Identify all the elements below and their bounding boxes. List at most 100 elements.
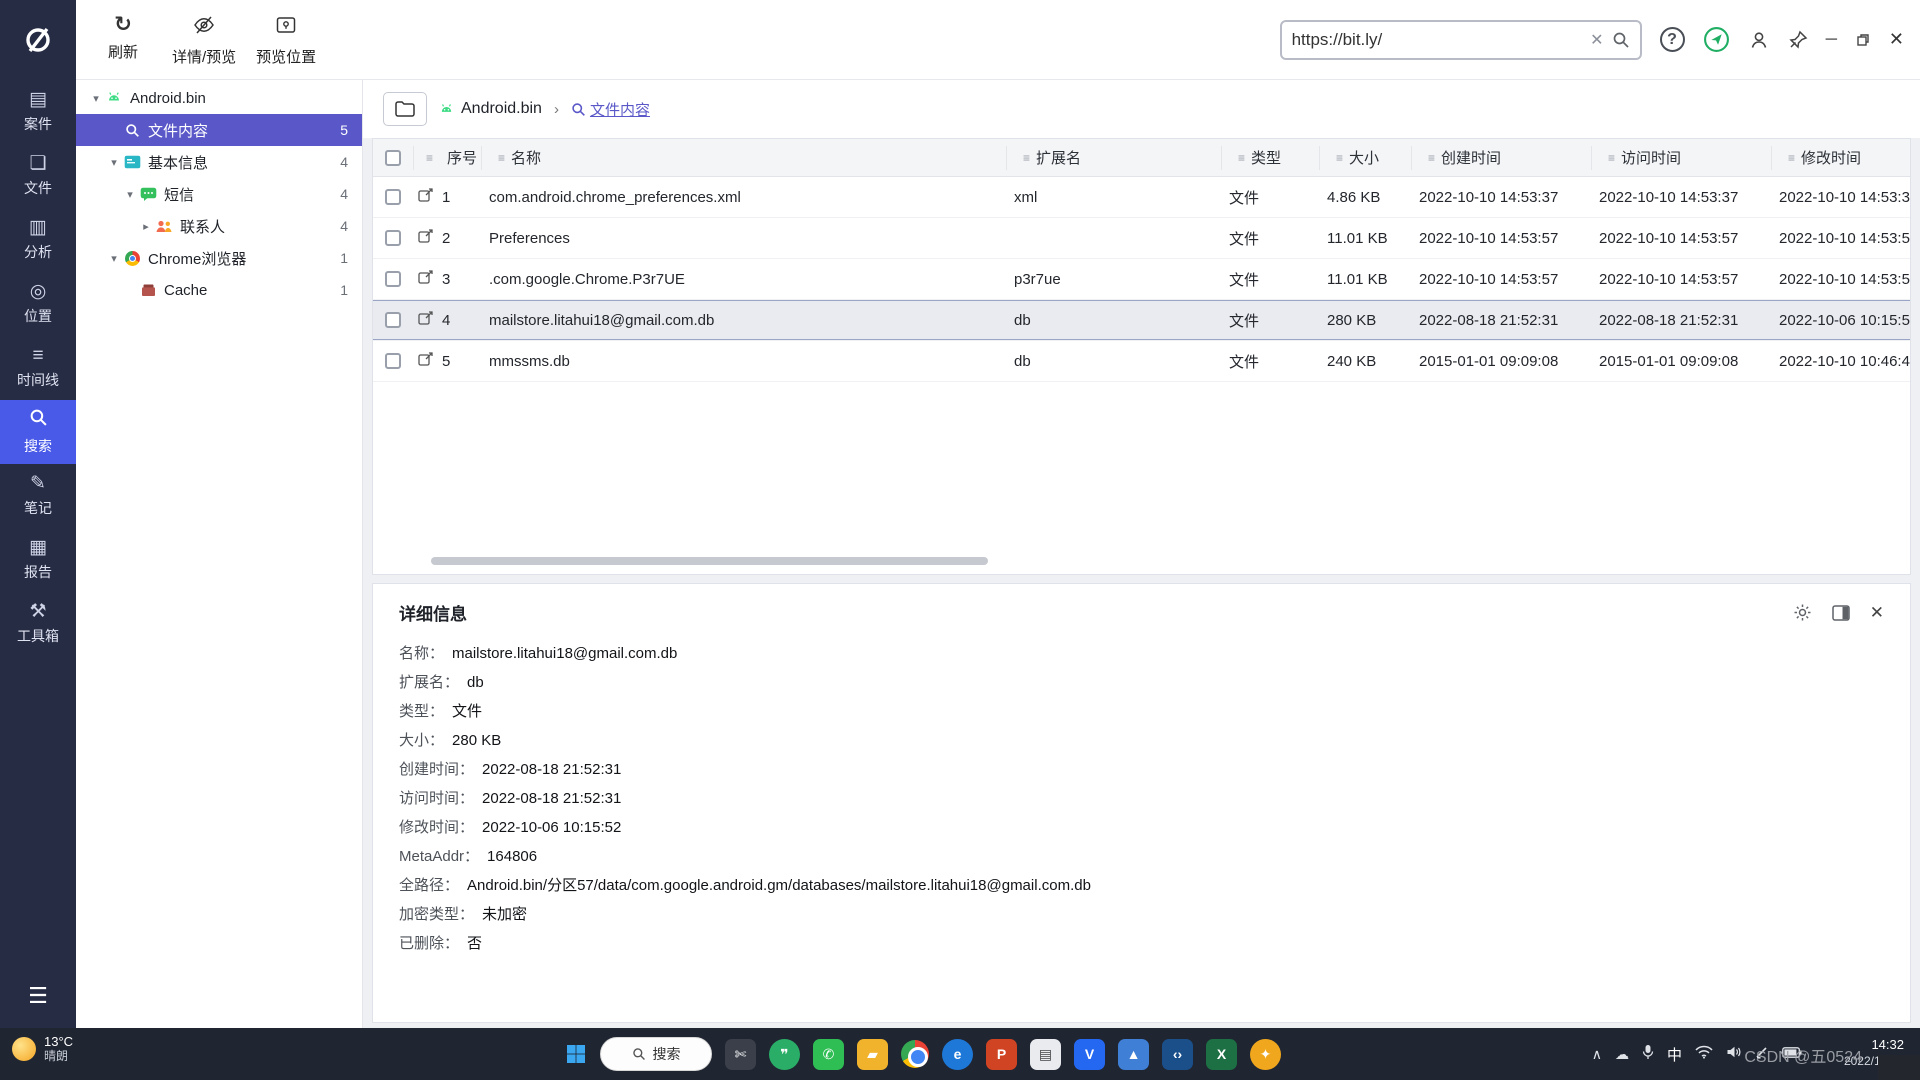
user-account-button[interactable] <box>1748 29 1770 51</box>
battery-icon[interactable] <box>1782 1045 1802 1063</box>
detail-close-button[interactable]: ✕ <box>1870 603 1884 623</box>
breadcrumb-current-link[interactable]: 文件内容 <box>571 99 650 120</box>
tree-item-basic-info[interactable]: ▾ 基本信息 4 <box>76 146 362 178</box>
taskbar-app-powerpoint[interactable]: P <box>986 1039 1017 1070</box>
close-button[interactable]: ✕ <box>1889 29 1904 50</box>
sidebar-item-toolbox[interactable]: ⚒ 工具箱 <box>0 592 76 656</box>
table-row[interactable]: 3 .com.google.Chrome.P3r7UE p3r7ue 文件 11… <box>373 259 1910 300</box>
detail-settings-button[interactable] <box>1793 603 1812 622</box>
ime-language-indicator[interactable]: 中 <box>1667 1044 1682 1065</box>
caret-down-icon[interactable]: ▾ <box>122 188 138 201</box>
open-file-icon[interactable] <box>417 187 434 208</box>
sidebar-item-report[interactable]: ▦ 报告 <box>0 528 76 592</box>
pen-icon[interactable] <box>1755 1045 1769 1064</box>
app-logo[interactable] <box>0 0 76 80</box>
select-all-checkbox[interactable] <box>385 150 401 166</box>
column-header-accessed[interactable]: ≡ 访问时间 <box>1591 146 1771 170</box>
horizontal-scrollbar[interactable] <box>431 557 988 565</box>
row-checkbox[interactable] <box>385 189 401 205</box>
refresh-button[interactable]: ↻ 刷新 <box>86 4 160 70</box>
column-header-ext[interactable]: ≡ 扩展名 <box>1006 146 1221 170</box>
caret-down-icon[interactable]: ▾ <box>106 156 122 169</box>
column-header-no[interactable]: ≡ 序号 <box>413 146 481 170</box>
table-row[interactable]: 2 Preferences 文件 11.01 KB 2022-10-10 14:… <box>373 218 1910 259</box>
tree-item-cache[interactable]: Cache 1 <box>76 274 362 306</box>
start-button[interactable] <box>565 1043 587 1065</box>
show-desktop-corner[interactable] <box>1878 1055 1920 1080</box>
folder-view-button[interactable] <box>383 92 427 126</box>
table-row[interactable]: 1 com.android.chrome_preferences.xml xml… <box>373 177 1910 218</box>
sidebar-item-files[interactable]: ❏ 文件 <box>0 144 76 208</box>
open-file-icon[interactable] <box>417 269 434 290</box>
microphone-icon[interactable] <box>1642 1044 1654 1065</box>
column-header-size[interactable]: ≡ 大小 <box>1319 146 1411 170</box>
row-checkbox[interactable] <box>385 230 401 246</box>
column-menu-icon[interactable]: ≡ <box>1428 151 1435 165</box>
sidebar-menu-button[interactable]: ☰ <box>0 972 76 1020</box>
column-header-modified[interactable]: ≡ 修改时间 <box>1771 146 1911 170</box>
taskbar-app-file-explorer[interactable]: ▰ <box>857 1039 888 1070</box>
minimize-button[interactable]: ─ <box>1826 31 1837 49</box>
help-button[interactable]: ? <box>1660 27 1685 52</box>
tree-item-chrome-browser[interactable]: ▾ Chrome浏览器 1 <box>76 242 362 274</box>
taskbar-app-notepad[interactable]: ▤ <box>1030 1039 1061 1070</box>
clear-input-icon[interactable]: ✕ <box>1590 30 1603 50</box>
row-checkbox[interactable] <box>385 312 401 328</box>
taskbar-search[interactable]: 搜索 <box>600 1037 712 1071</box>
column-menu-icon[interactable]: ≡ <box>1608 151 1615 165</box>
sidebar-item-analysis[interactable]: ▥ 分析 <box>0 208 76 272</box>
onedrive-cloud-icon[interactable]: ☁ <box>1615 1046 1629 1063</box>
column-menu-icon[interactable]: ≡ <box>1023 151 1030 165</box>
taskbar-app-excel[interactable]: X <box>1206 1039 1237 1070</box>
row-checkbox[interactable] <box>385 353 401 369</box>
search-submit-icon[interactable] <box>1612 31 1630 49</box>
taskbar-app-vscode[interactable]: ‹› <box>1162 1039 1193 1070</box>
tree-item-sms[interactable]: ▾ 短信 4 <box>76 178 362 210</box>
table-row[interactable]: 5 mmssms.db db 文件 240 KB 2015-01-01 09:0… <box>373 341 1910 382</box>
open-file-icon[interactable] <box>417 310 434 331</box>
sidebar-item-search[interactable]: 搜索 <box>0 400 76 464</box>
taskbar-app-messages[interactable]: ✆ <box>813 1039 844 1070</box>
taskbar-app-edge[interactable]: e <box>942 1039 973 1070</box>
detail-dock-button[interactable] <box>1832 605 1850 621</box>
caret-down-icon[interactable]: ▾ <box>106 252 122 265</box>
column-menu-icon[interactable]: ≡ <box>1238 151 1245 165</box>
open-file-icon[interactable] <box>417 351 434 372</box>
preview-location-button[interactable]: 预览位置 <box>248 4 324 75</box>
tray-chevron-up-icon[interactable]: ∧ <box>1592 1046 1602 1063</box>
sidebar-item-case[interactable]: ▤ 案件 <box>0 80 76 144</box>
sidebar-item-timeline[interactable]: ≡ 时间线 <box>0 336 76 400</box>
tree-item-file-content[interactable]: 文件内容 5 <box>76 114 362 146</box>
maximize-button[interactable] <box>1855 32 1871 48</box>
column-menu-icon[interactable]: ≡ <box>1336 151 1343 165</box>
volume-icon[interactable] <box>1726 1045 1742 1064</box>
taskbar-app-sticker[interactable]: ✦ <box>1250 1039 1281 1070</box>
taskbar-app-wechat[interactable]: ❞ <box>769 1039 800 1070</box>
open-file-icon[interactable] <box>417 228 434 249</box>
taskbar-app-photos[interactable]: ▲ <box>1118 1039 1149 1070</box>
tree-item-contacts[interactable]: ▸ 联系人 4 <box>76 210 362 242</box>
sidebar-item-notes[interactable]: ✎ 笔记 <box>0 464 76 528</box>
column-menu-icon[interactable]: ≡ <box>426 151 433 165</box>
column-header-type[interactable]: ≡ 类型 <box>1221 146 1319 170</box>
caret-right-icon[interactable]: ▸ <box>138 220 154 233</box>
breadcrumb-root[interactable]: Android.bin <box>439 100 542 118</box>
caret-down-icon[interactable]: ▾ <box>88 92 104 105</box>
license-status-button[interactable] <box>1703 26 1730 53</box>
detail-preview-button[interactable]: 详情/预览 <box>164 4 244 75</box>
sidebar-item-location[interactable]: ◎ 位置 <box>0 272 76 336</box>
row-checkbox[interactable] <box>385 271 401 287</box>
column-menu-icon[interactable]: ≡ <box>498 151 505 165</box>
column-header-name[interactable]: ≡ 名称 <box>481 146 1006 170</box>
taskbar-app-snipping-tool[interactable]: ✄ <box>725 1039 756 1070</box>
tree-item-android-bin[interactable]: ▾ Android.bin <box>76 82 362 114</box>
wifi-icon[interactable] <box>1695 1045 1713 1064</box>
url-input[interactable] <box>1292 30 1583 50</box>
column-header-created[interactable]: ≡ 创建时间 <box>1411 146 1591 170</box>
taskbar-app-voov-meeting[interactable]: V <box>1074 1039 1105 1070</box>
taskbar-app-chrome[interactable] <box>901 1040 929 1068</box>
taskbar-weather-widget[interactable]: 13°C 晴朗 <box>12 1034 73 1064</box>
table-row-selected[interactable]: 4 mailstore.litahui18@gmail.com.db db 文件… <box>373 300 1910 341</box>
pin-window-button[interactable] <box>1788 30 1808 50</box>
column-menu-icon[interactable]: ≡ <box>1788 151 1795 165</box>
